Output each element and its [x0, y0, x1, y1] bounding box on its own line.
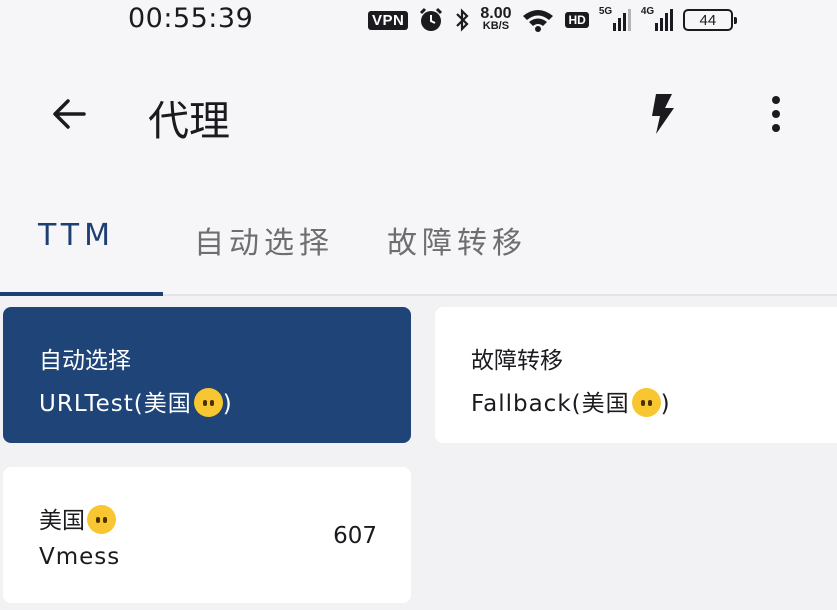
vpn-icon: VPN	[368, 10, 409, 30]
arrow-left-icon	[53, 99, 86, 129]
test-delay-button[interactable]	[646, 92, 678, 136]
proxy-card-fallback[interactable]: 故障转移 Fallback(美国)	[435, 307, 837, 443]
more-options-button[interactable]	[762, 92, 790, 136]
status-bar: 00:55:39 VPN 8.00 KB/S HD 5G 4G 44	[0, 0, 837, 40]
proxy-type: Fallback(美国)	[471, 384, 671, 418]
proxy-name: 故障转移	[471, 348, 563, 374]
tab-auto-select[interactable]: 自动选择	[194, 218, 334, 262]
back-button[interactable]	[48, 92, 92, 136]
proxy-type: Vmess	[39, 544, 121, 570]
tab-ttm[interactable]: TTM	[38, 218, 115, 253]
proxy-name: 美国	[39, 501, 116, 535]
alarm-icon	[420, 7, 443, 31]
bluetooth-icon	[456, 8, 469, 32]
battery-icon: 44	[682, 9, 737, 31]
no-mouth-face-emoji-icon	[631, 388, 661, 417]
proxy-delay: 607	[333, 523, 377, 549]
network-speed: 8.00 KB/S	[480, 5, 512, 33]
signal-5g-icon: 5G	[599, 6, 631, 31]
status-time: 00:55:39	[128, 3, 254, 34]
no-mouth-face-emoji-icon	[193, 388, 223, 417]
signal-4g-icon: 4G	[641, 6, 673, 31]
proxy-name: 自动选择	[39, 348, 131, 374]
hd-voice-icon: HD	[565, 12, 589, 28]
group-tabs: TTM 自动选择 故障转移	[0, 190, 837, 296]
status-icons: VPN 8.00 KB/S HD 5G 4G 44	[368, 4, 737, 36]
more-vertical-icon	[772, 96, 780, 132]
app-bar: 代理	[0, 40, 837, 190]
proxy-card-us[interactable]: 美国 Vmess 607	[3, 467, 411, 603]
tab-fallback[interactable]: 故障转移	[387, 218, 527, 262]
proxy-type: URLTest(美国)	[39, 384, 233, 418]
active-tab-indicator	[0, 292, 163, 296]
lightning-bolt-icon	[652, 94, 674, 134]
no-mouth-face-emoji-icon	[87, 505, 116, 534]
wifi-icon	[523, 10, 554, 32]
proxy-card-auto-select[interactable]: 自动选择 URLTest(美国)	[3, 307, 411, 443]
page-title: 代理	[148, 97, 230, 145]
